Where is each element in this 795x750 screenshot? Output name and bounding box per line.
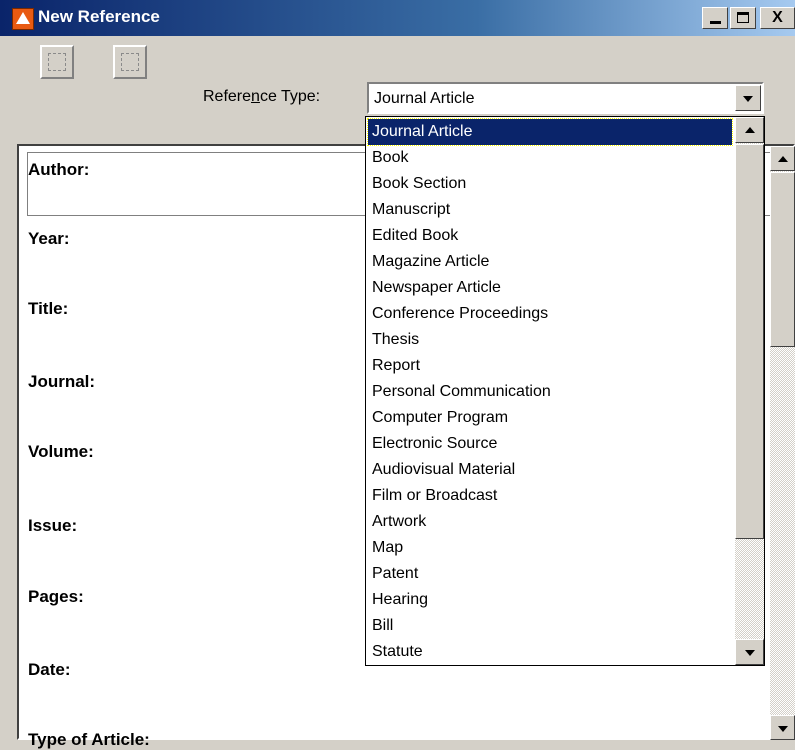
field-label-title: Title: [28,299,69,318]
reference-type-label-after: ce Type: [259,88,321,105]
close-icon: X [772,9,783,26]
reference-type-label: Reference Type: [203,88,320,106]
reference-type-option-computer-program[interactable]: Computer Program [368,405,732,431]
reference-type-option-map[interactable]: Map [368,535,732,561]
field-label-type-of-article: Type of Article: [28,730,150,749]
window-title: New Reference [38,7,160,26]
reference-type-dropdown-list[interactable]: Journal Article Book Book Section Manusc… [365,116,765,666]
reference-type-label-before: Refere [203,88,252,105]
reference-type-option-bill[interactable]: Bill [368,613,732,639]
next-reference-button[interactable] [113,45,147,79]
reference-type-dropdown-button[interactable] [735,85,761,111]
minimize-button[interactable] [702,7,728,29]
reference-type-option-conference-proceedings[interactable]: Conference Proceedings [368,301,732,327]
app-icon[interactable] [12,8,34,30]
chevron-down-icon [743,96,753,102]
previous-reference-icon [48,53,66,71]
reference-type-option-electronic-source[interactable]: Electronic Source [368,431,732,457]
reference-type-option-film-or-broadcast[interactable]: Film or Broadcast [368,483,732,509]
reference-type-option-edited-book[interactable]: Edited Book [368,223,732,249]
dropdown-scrollbar[interactable] [735,117,764,665]
close-button[interactable]: X [760,7,795,29]
reference-type-option-personal-communication[interactable]: Personal Communication [368,379,732,405]
chevron-down-icon [778,726,788,732]
reference-type-option-newspaper-article[interactable]: Newspaper Article [368,275,732,301]
form-scroll-down-button[interactable] [770,715,795,740]
reference-type-option-magazine-article[interactable]: Magazine Article [368,249,732,275]
form-scroll-thumb[interactable] [770,172,795,347]
reference-type-option-report[interactable]: Report [368,353,732,379]
reference-type-label-accesskey: n [251,88,260,105]
chevron-up-icon [745,127,755,133]
reference-type-option-patent[interactable]: Patent [368,561,732,587]
reference-type-option-audiovisual-material[interactable]: Audiovisual Material [368,457,732,483]
reference-type-option-thesis[interactable]: Thesis [368,327,732,353]
field-label-issue: Issue: [28,516,78,535]
reference-type-option-book-section[interactable]: Book Section [368,171,732,197]
previous-reference-button[interactable] [40,45,74,79]
title-bar[interactable]: New Reference X [0,0,795,36]
reference-type-option-journal-article[interactable]: Journal Article [367,118,733,146]
dropdown-scroll-down-button[interactable] [735,639,764,665]
reference-type-option-book[interactable]: Book [368,145,732,171]
field-label-journal: Journal: [28,372,96,391]
dropdown-scroll-thumb[interactable] [735,144,764,539]
reference-type-option-hearing[interactable]: Hearing [368,587,732,613]
reference-type-option-artwork[interactable]: Artwork [368,509,732,535]
maximize-button[interactable] [730,7,756,29]
form-scrollbar[interactable] [770,146,795,740]
field-label-volume: Volume: [28,442,94,461]
chevron-down-icon [745,650,755,656]
reference-type-option-manuscript[interactable]: Manuscript [368,197,732,223]
field-label-year: Year: [28,229,70,248]
field-label-author: Author: [28,160,90,179]
maximize-icon [737,12,749,23]
reference-type-select[interactable]: Journal Article [367,82,764,114]
next-reference-icon [121,53,139,71]
chevron-up-icon [778,156,788,162]
field-label-date: Date: [28,660,71,679]
reference-type-value: Journal Article [374,90,475,107]
reference-type-option-statute[interactable]: Statute [368,639,732,665]
form-scroll-up-button[interactable] [770,146,795,171]
dropdown-scroll-up-button[interactable] [735,117,764,143]
field-label-pages: Pages: [28,587,84,606]
minimize-icon [710,21,721,24]
